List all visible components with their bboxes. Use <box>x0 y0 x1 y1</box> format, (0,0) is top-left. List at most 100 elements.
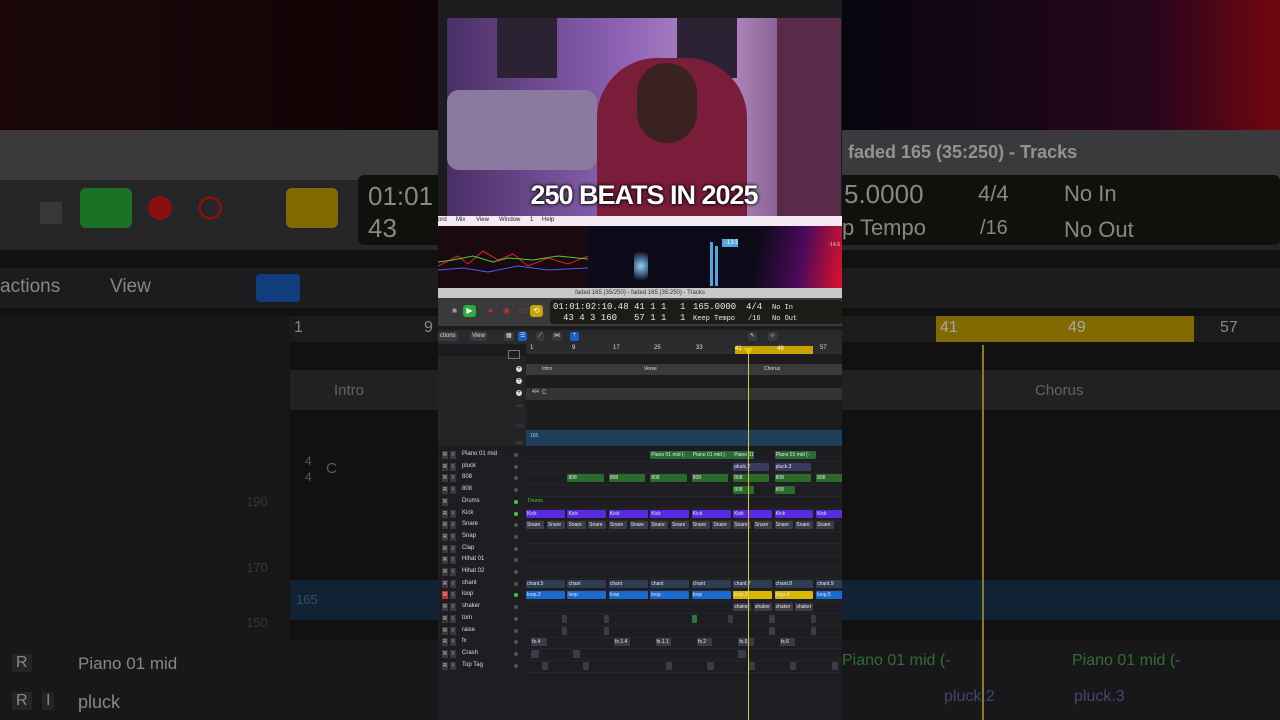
region[interactable]: fx.2 <box>696 638 713 646</box>
region[interactable]: Piano 01 mid (- <box>774 451 817 459</box>
track-header[interactable]: R I Hihat 02 <box>438 567 526 578</box>
region[interactable] <box>810 615 817 623</box>
record-enable-button[interactable]: R <box>442 627 448 635</box>
input-monitor-button[interactable]: I <box>450 510 456 518</box>
region[interactable]: loop.3 <box>733 591 773 599</box>
record-enable-button[interactable]: R <box>442 486 448 494</box>
region[interactable]: chant <box>567 580 607 588</box>
track-lane[interactable]: Piano 01 mid (-Piano 01 mid (-Piano 01 m… <box>526 450 842 462</box>
record-enable-button[interactable]: R <box>442 545 448 553</box>
track-header[interactable]: R Iloop <box>438 590 526 601</box>
track-lane[interactable] <box>526 614 842 626</box>
region[interactable]: 808 <box>733 474 770 482</box>
track-lane[interactable]: fx.4 fx.1.4 fx.1.1 fx.2 fx.5 fx.6 <box>526 637 842 649</box>
track-header[interactable]: R Ichant <box>438 579 526 590</box>
track-lane[interactable]: 808 808 808 808 808 808 808 <box>526 473 842 485</box>
region[interactable]: chant.5 <box>526 580 565 588</box>
list-view-icon[interactable]: ☰ <box>518 332 528 341</box>
region[interactable]: loop <box>691 591 731 599</box>
record-enable-button[interactable]: R <box>442 580 448 588</box>
region[interactable]: Piano 01 mid (- <box>733 451 754 459</box>
menu-mix[interactable]: Mix <box>456 217 465 223</box>
region[interactable] <box>831 662 838 670</box>
region[interactable]: Snare <box>588 521 607 529</box>
grid-icon[interactable]: ▦ <box>504 332 514 341</box>
region[interactable]: loop.5 <box>816 591 842 599</box>
secondary-tool-icon[interactable]: ⊹ <box>768 332 778 341</box>
region[interactable]: shaker <box>753 603 773 611</box>
region[interactable]: fx.1.1 <box>655 638 672 646</box>
region[interactable]: shaker <box>774 603 793 611</box>
input-monitor-button[interactable]: I <box>450 580 456 588</box>
region[interactable]: 808 <box>774 474 811 482</box>
region[interactable]: Snare <box>546 521 565 529</box>
flex-icon[interactable]: ⋈ <box>552 332 562 341</box>
region[interactable] <box>572 650 581 658</box>
region[interactable]: Kick <box>774 510 814 518</box>
input-monitor-button[interactable]: I <box>450 615 456 623</box>
track-lane[interactable]: loop.2 loop loop loop loop loop.3 loop.4 loop.5 <box>526 590 842 602</box>
region[interactable] <box>728 615 734 623</box>
region[interactable]: loop.4 <box>774 591 814 599</box>
record-enable-button[interactable]: R <box>442 615 448 623</box>
track-lane[interactable]: Snare Snare Snare Snare Snare Snare Snare Snare… <box>526 520 842 532</box>
region[interactable] <box>769 615 775 623</box>
track-header[interactable]: R Ishaker <box>438 602 526 613</box>
track-header[interactable]: R Ifx <box>438 637 526 648</box>
region[interactable]: fx.6 <box>779 638 796 646</box>
region[interactable]: shaker <box>795 603 814 611</box>
record-enable-button[interactable]: R <box>442 568 448 576</box>
record-enable-button[interactable]: R <box>442 556 448 564</box>
region[interactable]: Snare <box>608 521 627 529</box>
stop-icon[interactable]: ■ <box>448 305 461 317</box>
region[interactable]: 808 <box>650 474 687 482</box>
record-enable-button[interactable]: R <box>442 498 448 506</box>
region[interactable]: Snare <box>671 521 690 529</box>
menu-1[interactable]: 1 <box>530 217 533 223</box>
snap-icon[interactable]: ⇡ <box>570 332 580 341</box>
input-monitor-button[interactable]: I <box>450 638 456 646</box>
region[interactable]: loop <box>650 591 690 599</box>
region[interactable]: loop <box>567 591 607 599</box>
input-monitor-button[interactable]: I <box>450 568 456 576</box>
region[interactable]: Snare <box>650 521 669 529</box>
region[interactable]: Snare <box>774 521 793 529</box>
region[interactable]: Snare <box>753 521 773 529</box>
input-monitor-button[interactable]: I <box>450 533 456 541</box>
region[interactable]: 808 <box>816 474 842 482</box>
region[interactable]: Kick <box>816 510 842 518</box>
record-enable-button[interactable]: R <box>442 474 448 482</box>
region[interactable]: chant <box>608 580 648 588</box>
input-monitor-button[interactable]: I <box>450 662 456 670</box>
time-signature[interactable]: 4/4 <box>532 389 539 395</box>
region[interactable]: 808 <box>733 486 754 494</box>
input-monitor-button[interactable]: I <box>450 556 456 564</box>
region[interactable]: Snare <box>816 521 835 529</box>
region[interactable]: pluck.3 <box>774 463 811 471</box>
record-enable-button[interactable]: R <box>442 638 448 646</box>
track-header[interactable]: R Ipluck <box>438 462 526 473</box>
track-lane[interactable]: Drums <box>526 497 842 509</box>
region[interactable]: Snare <box>712 521 731 529</box>
record-enable-button[interactable]: R <box>442 591 448 599</box>
track-header[interactable]: R I Snap <box>438 532 526 543</box>
track-header[interactable]: R I Kick <box>438 509 526 520</box>
input-monitor-button[interactable]: I <box>450 591 456 599</box>
track-lane[interactable] <box>526 649 842 661</box>
region[interactable]: chant.7 <box>733 580 773 588</box>
pointer-tool-icon[interactable]: ↖ <box>748 332 758 341</box>
region[interactable]: Kick <box>526 510 565 518</box>
region[interactable]: fx.4 <box>531 638 547 646</box>
replace-icon[interactable]: ◉ <box>500 305 513 317</box>
region[interactable] <box>810 627 817 635</box>
record-icon[interactable]: ● <box>484 305 497 317</box>
record-enable-button[interactable]: R <box>442 521 448 529</box>
track-header[interactable]: R I 808 <box>438 473 526 484</box>
track-lane[interactable] <box>526 555 842 567</box>
record-enable-button[interactable]: R <box>442 650 448 658</box>
region[interactable]: loop <box>608 591 648 599</box>
functions-menu[interactable]: ctions <box>438 332 458 341</box>
tempo-track[interactable]: 165 <box>526 430 842 446</box>
track-lane[interactable] <box>526 532 842 544</box>
track-header[interactable]: R I Piano 01 mid <box>438 450 526 461</box>
